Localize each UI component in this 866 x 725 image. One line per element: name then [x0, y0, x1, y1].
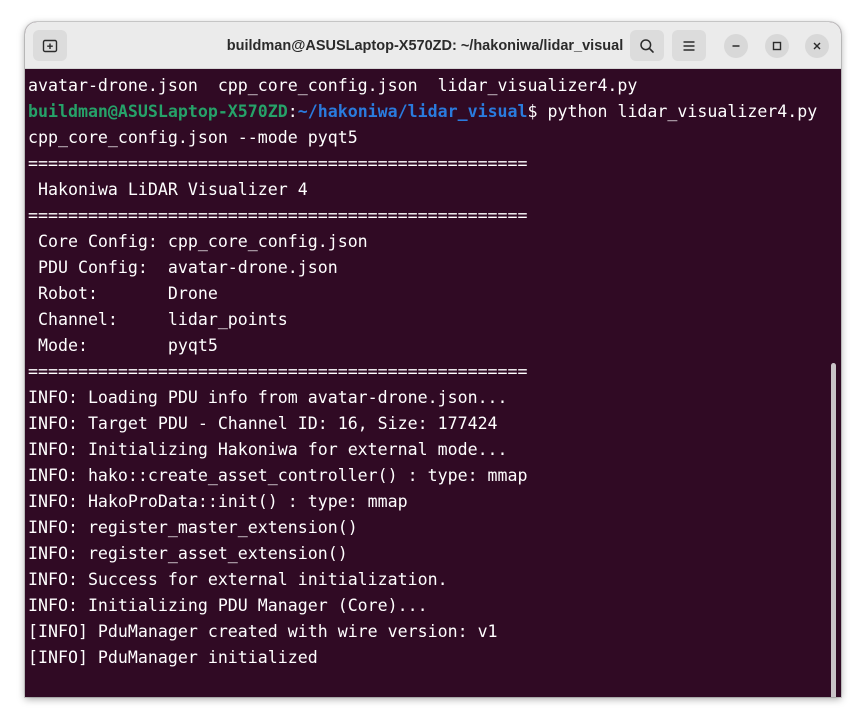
- terminal-line: Robot: Drone: [28, 284, 218, 303]
- terminal-line: INFO: Success for external initializatio…: [28, 570, 448, 589]
- terminal-line: Channel: lidar_points: [28, 310, 288, 329]
- terminal-line: INFO: Target PDU - Channel ID: 16, Size:…: [28, 414, 498, 433]
- title-bar[interactable]: buildman@ASUSLaptop-X570ZD: ~/hakoniwa/l…: [25, 22, 841, 69]
- terminal-line: INFO: register_asset_extension(): [28, 544, 348, 563]
- prompt-user-host: buildman@ASUSLaptop-X570ZD: [28, 102, 288, 121]
- prompt-command: python lidar_visualizer4.py: [537, 102, 818, 121]
- search-button[interactable]: [630, 30, 664, 61]
- window-title: buildman@ASUSLaptop-X570ZD: ~/hakoniwa/l…: [226, 37, 624, 54]
- terminal-lines: avatar-drone.json cpp_core_config.json l…: [28, 73, 817, 671]
- terminal-line: INFO: Initializing Hakoniwa for external…: [28, 440, 508, 459]
- maximize-icon: [772, 41, 782, 51]
- terminal-line: ========================================…: [28, 362, 528, 381]
- terminal-line: cpp_core_config.json --mode pyqt5: [28, 128, 358, 147]
- terminal-line: PDU Config: avatar-drone.json: [28, 258, 338, 277]
- terminal-line: Core Config: cpp_core_config.json: [28, 232, 368, 251]
- terminal-line: INFO: Initializing PDU Manager (Core)...: [28, 596, 428, 615]
- terminal-line: INFO: hako::create_asset_controller() : …: [28, 466, 528, 485]
- terminal-line: Hakoniwa LiDAR Visualizer 4: [28, 180, 308, 199]
- terminal-line: INFO: register_master_extension(): [28, 518, 358, 537]
- close-icon: [813, 42, 821, 50]
- prompt-path: ~/hakoniwa/lidar_visual: [297, 102, 528, 121]
- terminal-line: INFO: HakoProData::init() : type: mmap: [28, 492, 408, 511]
- menu-button[interactable]: [672, 30, 706, 61]
- terminal-window: buildman@ASUSLaptop-X570ZD: ~/hakoniwa/l…: [25, 22, 841, 697]
- terminal-line: [INFO] PduManager created with wire vers…: [28, 622, 498, 641]
- new-tab-button[interactable]: [33, 30, 67, 61]
- terminal-line: ========================================…: [28, 206, 528, 225]
- prompt-dollar: $: [527, 102, 538, 121]
- maximize-button[interactable]: [765, 34, 789, 58]
- minimize-icon: [732, 45, 740, 47]
- minimize-button[interactable]: [724, 34, 748, 58]
- terminal-line: Mode: pyqt5: [28, 336, 218, 355]
- terminal-line: ========================================…: [28, 154, 528, 173]
- close-button[interactable]: [805, 34, 829, 58]
- terminal-line: [INFO] PduManager initialized: [28, 648, 318, 667]
- prompt-colon: :: [287, 102, 298, 121]
- hamburger-menu-icon: [683, 40, 695, 51]
- prompt-line: buildman@ASUSLaptop-X570ZD:~/hakoniwa/li…: [28, 99, 817, 125]
- terminal-line: avatar-drone.json cpp_core_config.json l…: [28, 76, 638, 95]
- search-icon: [640, 38, 654, 53]
- terminal-output[interactable]: avatar-drone.json cpp_core_config.json l…: [25, 69, 841, 697]
- vertical-scrollbar[interactable]: [831, 363, 836, 697]
- new-tab-icon: [42, 39, 58, 52]
- terminal-line: INFO: Loading PDU info from avatar-drone…: [28, 388, 508, 407]
